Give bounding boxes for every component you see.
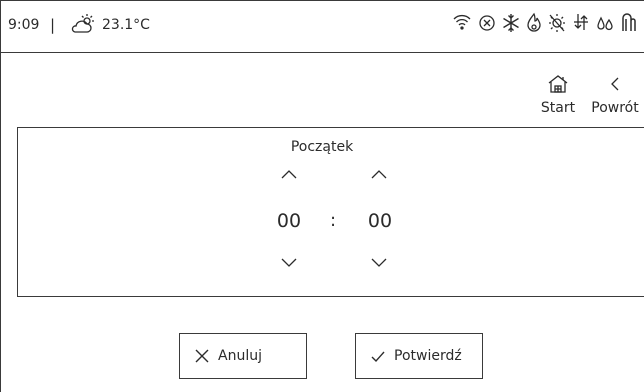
minutes-down-chevron-icon[interactable]: [368, 256, 390, 270]
status-separator: |: [50, 16, 56, 34]
cancel-button[interactable]: Anuluj: [179, 333, 307, 379]
minutes-value[interactable]: 00: [360, 210, 400, 232]
snowflake-icon: [502, 11, 520, 33]
sun-off-icon: [548, 11, 566, 33]
hours-up-chevron-icon[interactable]: [278, 167, 300, 181]
circulation-arrows-icon: [572, 11, 590, 33]
hours-down-chevron-icon[interactable]: [278, 256, 300, 270]
wifi-icon: [452, 11, 472, 33]
back-label: Powrót: [591, 100, 639, 116]
water-drops-icon: [596, 11, 614, 33]
start-button[interactable]: Start: [536, 74, 580, 116]
close-icon: [195, 349, 209, 363]
start-label: Start: [540, 100, 576, 116]
status-time: 9:09: [8, 17, 40, 33]
cancel-label: Anuluj: [218, 348, 262, 364]
chevron-left-icon: [611, 77, 619, 91]
status-bar: 9:09 | 23.1°C: [0, 0, 644, 53]
partly-sunny-icon: [70, 12, 96, 40]
picker-title: Początek: [290, 139, 354, 155]
status-temperature: 23.1°C: [102, 17, 150, 33]
confirm-label: Potwierdź: [394, 348, 462, 364]
flame-icon: [526, 11, 542, 33]
home-icon: [548, 75, 568, 93]
minutes-up-chevron-icon[interactable]: [368, 167, 390, 181]
status-icons: [452, 11, 636, 33]
confirm-button[interactable]: Potwierdź: [355, 333, 483, 379]
cancel-circle-icon: [478, 11, 496, 33]
heating-pipe-icon: [620, 11, 636, 33]
back-button[interactable]: Powrót: [586, 74, 644, 116]
time-colon: :: [330, 210, 337, 231]
checkmark-icon: [371, 351, 385, 363]
hours-value[interactable]: 00: [269, 210, 309, 232]
